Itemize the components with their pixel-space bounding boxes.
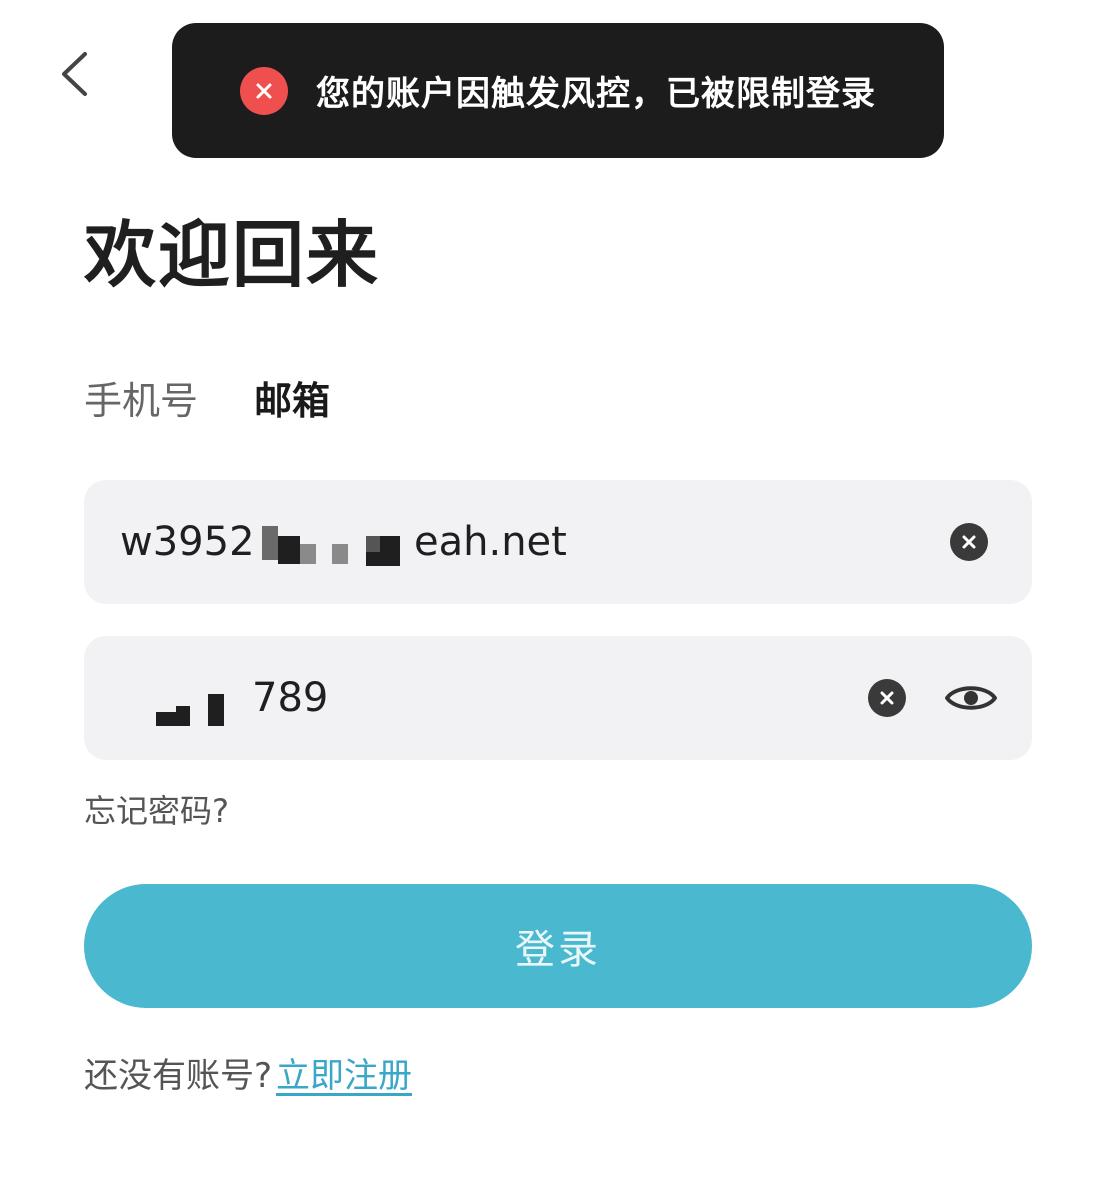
redacted-block <box>366 536 380 552</box>
redacted-block <box>366 552 400 566</box>
redacted-block <box>208 694 224 726</box>
tab-email[interactable]: 邮箱 <box>254 370 330 425</box>
clear-password-button[interactable] <box>868 679 906 717</box>
email-value-prefix: w3952 <box>120 519 255 565</box>
email-field[interactable]: w3952 eah.net <box>84 480 1032 604</box>
clear-email-button[interactable] <box>950 523 988 561</box>
login-method-tabs: 手机号 邮箱 <box>84 370 330 425</box>
error-x-icon <box>240 66 288 115</box>
eye-icon <box>945 686 997 710</box>
toggle-password-visibility-button[interactable] <box>944 679 998 717</box>
redacted-block <box>278 536 300 564</box>
clear-x-icon <box>880 691 894 705</box>
redacted-block <box>380 536 400 554</box>
redacted-block <box>156 712 176 726</box>
clear-x-icon <box>962 535 976 549</box>
tab-phone[interactable]: 手机号 <box>84 370 198 425</box>
back-button[interactable] <box>50 44 98 104</box>
error-toast: 您的账户因触发风控，已被限制登录 <box>172 23 944 158</box>
password-value-suffix: 789 <box>252 675 329 721</box>
redacted-block <box>332 544 348 564</box>
register-link[interactable]: 立即注册 <box>276 1056 412 1096</box>
password-field[interactable]: 789 <box>84 636 1032 760</box>
email-value-suffix: eah.net <box>414 519 567 565</box>
redacted-block <box>176 706 190 726</box>
forgot-password-link[interactable]: 忘记密码? <box>84 786 229 832</box>
chevron-left-icon <box>62 52 87 96</box>
page-title: 欢迎回来 <box>84 213 381 297</box>
redacted-block <box>300 544 316 564</box>
redacted-block <box>262 526 278 560</box>
signup-prompt: 还没有账号? <box>84 1056 273 1096</box>
login-button[interactable]: 登录 <box>84 884 1032 1008</box>
toast-message: 您的账户因触发风控，已被限制登录 <box>316 74 876 114</box>
signup-row: 还没有账号? 立即注册 <box>84 1048 412 1097</box>
